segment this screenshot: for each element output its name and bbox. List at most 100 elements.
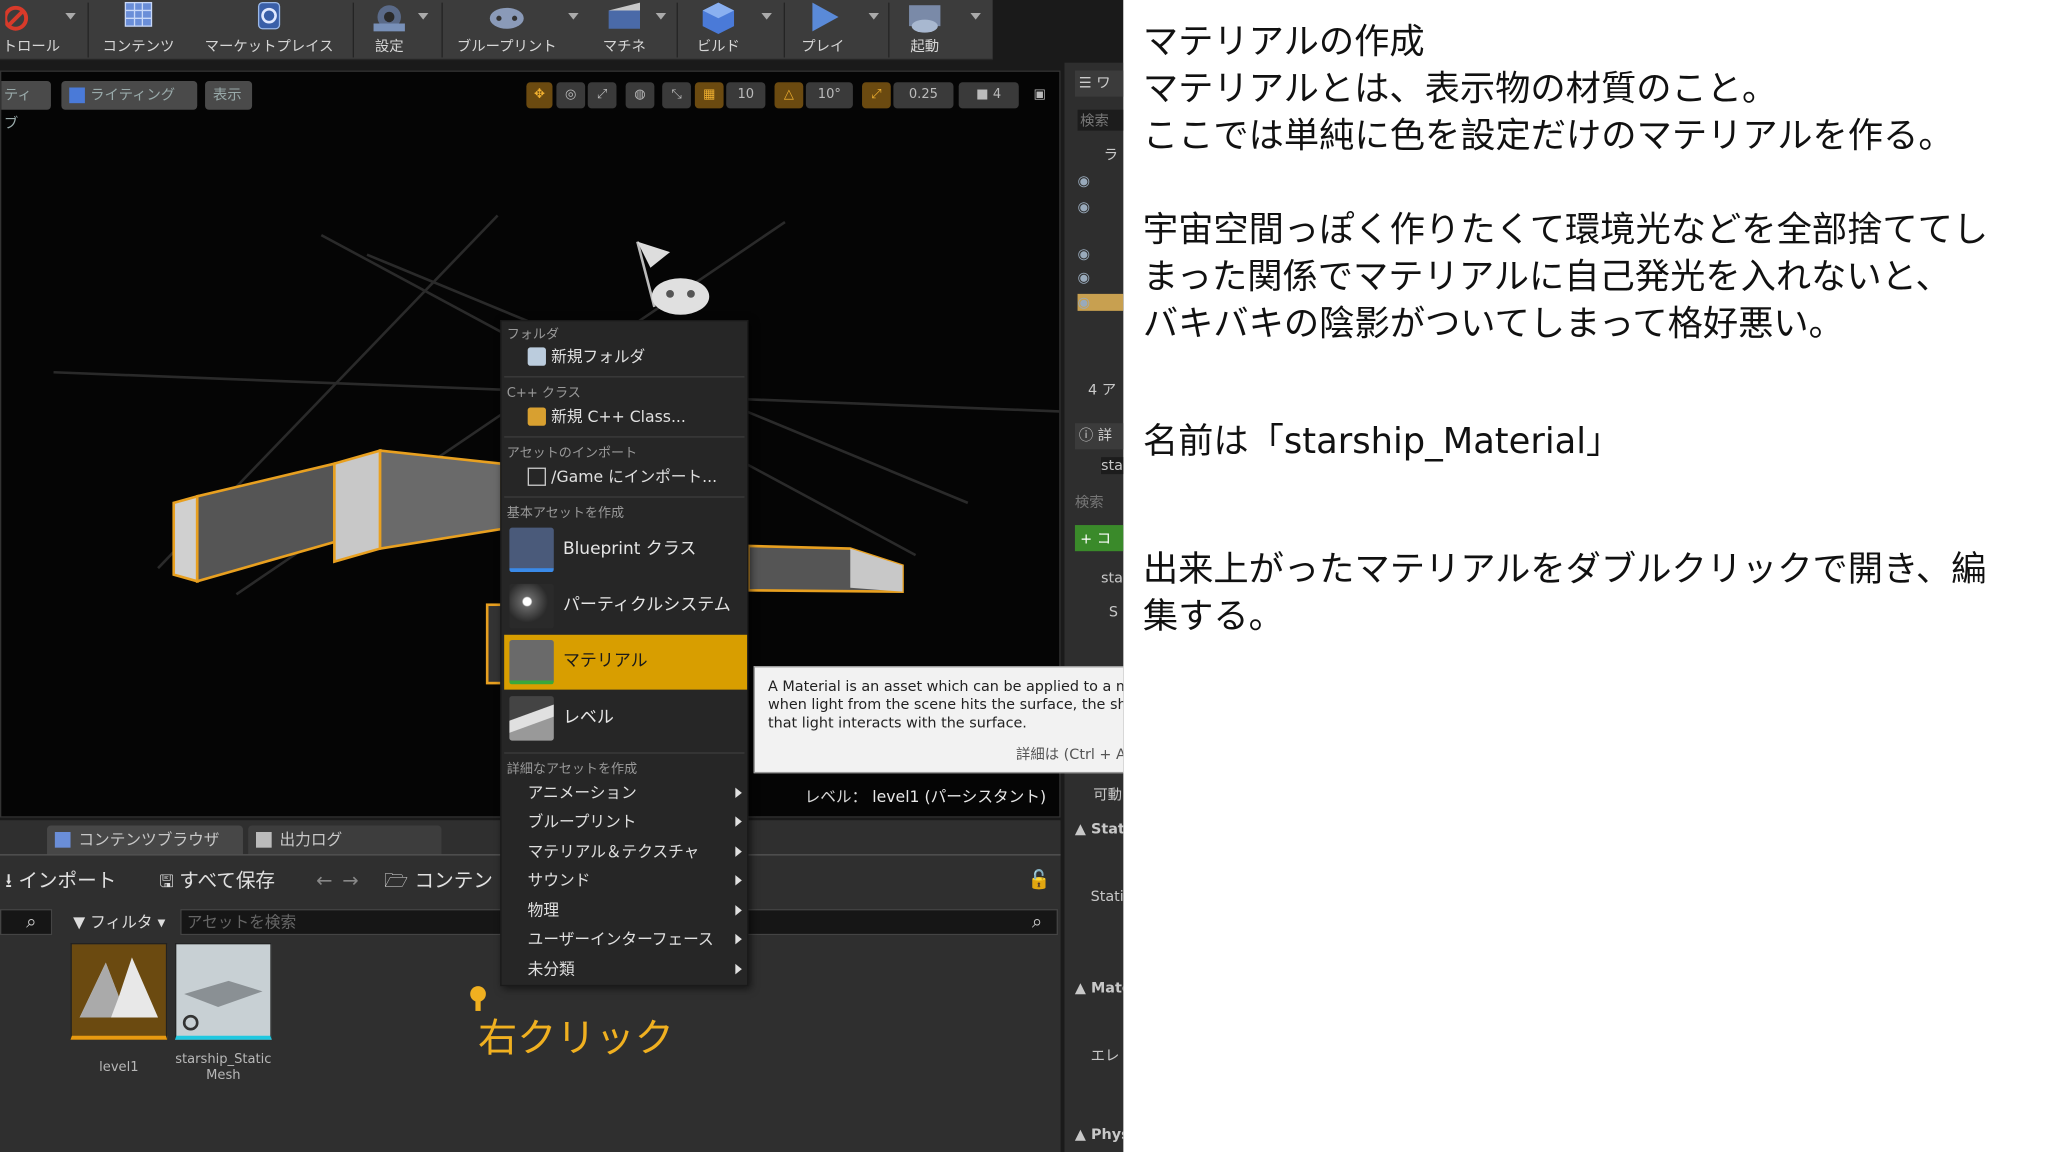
import-button[interactable]: ⭳ インポート xyxy=(5,865,116,896)
surface-snap-icon[interactable]: ⤡ xyxy=(662,82,691,109)
play-icon xyxy=(812,2,839,32)
static-mesh-asset-icon xyxy=(182,980,263,1031)
chevron-down-icon[interactable] xyxy=(417,13,429,20)
path-button[interactable]: 🗁 コンテン xyxy=(384,865,493,896)
menu-item-particle-system[interactable]: パーティクルシステム xyxy=(504,579,747,634)
output-log-icon xyxy=(255,831,272,848)
toolbar-mode-button[interactable]: トロール xyxy=(0,0,68,60)
toolbar-play-button[interactable]: プレイ xyxy=(789,0,857,60)
save-all-button[interactable]: 🖫 すべて保存 xyxy=(159,865,275,896)
scale-icon[interactable]: ⤢ xyxy=(587,82,617,109)
menu-item-material[interactable]: マテリアル xyxy=(504,634,748,690)
notes-paragraph: 出来上がったマテリアルをダブルクリックで開き、編 集する。 xyxy=(1142,549,1987,638)
chevron-down-icon[interactable] xyxy=(970,13,981,20)
visibility-eye-icon[interactable]: ◉ xyxy=(1078,269,1091,286)
chevron-right-icon xyxy=(735,905,742,916)
chevron-down-icon[interactable] xyxy=(65,13,76,20)
toolbar-label: マーケットプレイス xyxy=(204,37,334,55)
chevron-down-icon[interactable] xyxy=(868,13,880,20)
static-mesh-section[interactable]: ▲ Stat xyxy=(1075,820,1123,837)
scale-snap-value[interactable]: 0.25 xyxy=(893,82,954,109)
menu-section-folder: フォルダ xyxy=(506,327,560,343)
toolbar-settings-button[interactable]: 設定 xyxy=(358,0,421,60)
component-root[interactable]: sta xyxy=(1101,569,1123,586)
scale-snap-icon[interactable]: ⤢ xyxy=(862,82,891,109)
details-tab[interactable]: ⓘ 詳 xyxy=(1074,423,1124,450)
menu-item-new-folder[interactable]: 新規フォルダ xyxy=(504,342,744,371)
tab-output-log[interactable]: 出力ログ xyxy=(248,825,442,855)
history-back-button[interactable]: ← xyxy=(316,865,332,896)
submenu-label: サウンド xyxy=(527,871,591,890)
submenu-miscellaneous[interactable]: 未分類 xyxy=(504,955,744,984)
selected-actor-name[interactable]: sta xyxy=(1101,457,1124,475)
tooltip-line: when light from the scene hits the surfa… xyxy=(767,696,1124,714)
asset-thumbnail-level1[interactable] xyxy=(70,943,168,1040)
toolbar-marketplace-button[interactable]: マーケットプレイス xyxy=(191,0,348,60)
element-property: エレ xyxy=(1090,1047,1120,1065)
submenu-user-interface[interactable]: ユーザーインターフェース xyxy=(504,925,744,954)
submenu-animation[interactable]: アニメーション xyxy=(504,778,744,807)
new-folder-icon xyxy=(527,347,546,366)
viewport-show-tab[interactable]: 表示 xyxy=(205,80,253,110)
content-icon xyxy=(124,1,153,27)
grid-snap-value[interactable]: 10 xyxy=(726,82,766,109)
lock-icon[interactable]: 🔓 xyxy=(1028,865,1051,896)
download-icon: ⭳ xyxy=(5,868,19,893)
toolbar-label: トロール xyxy=(2,37,61,55)
component-child[interactable]: S xyxy=(1109,603,1118,620)
viewport-lighting-tab[interactable]: ライティング xyxy=(61,80,198,110)
submenu-sounds[interactable]: サウンド xyxy=(504,866,744,895)
move-icon[interactable]: ✥ xyxy=(526,82,553,109)
rotate-icon[interactable]: ◎ xyxy=(556,82,586,109)
camera-speed[interactable]: ■ 4 xyxy=(958,82,1019,109)
chevron-down-icon[interactable] xyxy=(655,13,667,20)
right-click-annotation: 右クリック xyxy=(478,1016,674,1062)
toolbar-blueprint-button[interactable]: ブループリント xyxy=(447,0,567,60)
menu-item-new-cpp-class[interactable]: 新規 C++ Class... xyxy=(504,402,744,431)
tab-content-browser-label: コンテンツブラウザ xyxy=(78,830,220,849)
grid-snap-icon[interactable]: ▦ xyxy=(694,82,724,109)
filter-button[interactable]: ▼ フィルタ ▾ xyxy=(73,906,165,937)
history-forward-button[interactable]: → xyxy=(342,865,358,896)
viewport-lighting-label: ライティング xyxy=(90,86,176,104)
viewport-mode-tab[interactable]: ティブ xyxy=(1,80,51,132)
angle-snap-icon[interactable]: △ xyxy=(774,82,804,109)
visibility-eye-icon[interactable]: ◉ xyxy=(1078,199,1091,216)
asset-thumbnail-starship[interactable] xyxy=(175,943,272,1040)
submenu-blueprint[interactable]: ブループリント xyxy=(504,807,744,836)
menu-item-blueprint-class[interactable]: Blueprint クラス xyxy=(504,522,747,577)
materials-section[interactable]: ▲ Mate xyxy=(1075,980,1123,997)
angle-snap-value[interactable]: 10° xyxy=(805,82,853,109)
toolbar-matinee-button[interactable]: マチネ xyxy=(588,0,661,60)
main-toolbar: トロール コンテンツ マーケットプレイス 設定 ブループリント マチネ ビルド … xyxy=(0,0,993,61)
slide: トロール コンテンツ マーケットプレイス 設定 ブループリント マチネ ビルド … xyxy=(0,0,2048,1152)
maximize-icon[interactable]: ▣ xyxy=(1028,82,1052,108)
menu-item-import[interactable]: /Game にインポート... xyxy=(504,462,744,491)
visibility-eye-icon[interactable]: ◉ xyxy=(1078,246,1091,263)
toolbar-launch-button[interactable]: 起動 xyxy=(893,0,956,60)
toolbar-content-button[interactable]: コンテンツ xyxy=(91,0,185,60)
add-component-button[interactable]: + コ xyxy=(1074,525,1124,552)
visibility-eye-icon[interactable]: ◉ xyxy=(1077,293,1124,311)
visibility-eye-icon[interactable]: ◉ xyxy=(1078,172,1091,189)
submenu-materials-textures[interactable]: マテリアル＆テクスチャ xyxy=(504,837,744,866)
details-search[interactable]: 検索 xyxy=(1075,491,1104,512)
physics-section-label: Phys xyxy=(1090,1125,1123,1143)
physics-section[interactable]: ▲ Phys xyxy=(1075,1126,1123,1143)
chevron-down-icon[interactable] xyxy=(761,13,772,20)
world-outliner-tab[interactable]: ☰ ワ xyxy=(1074,70,1124,97)
globe-icon[interactable]: ◍ xyxy=(625,82,655,109)
folder-icon: 🗁 xyxy=(383,868,415,893)
menu-item-label: マテリアル xyxy=(562,651,648,672)
chevron-right-icon xyxy=(735,846,742,857)
menu-item-label: 新規 C++ Class... xyxy=(551,407,686,426)
tab-content-browser[interactable]: コンテンツブラウザ xyxy=(47,825,243,855)
details-tab-label: 詳 xyxy=(1097,427,1113,445)
menu-item-level[interactable]: レベル xyxy=(504,691,747,746)
toolbar-build-button[interactable]: ビルド xyxy=(682,0,755,60)
chevron-right-icon xyxy=(735,963,742,975)
menu-item-label: Blueprint クラス xyxy=(562,539,697,560)
chevron-down-icon[interactable] xyxy=(568,13,579,20)
submenu-physics[interactable]: 物理 xyxy=(504,896,744,925)
outliner-search[interactable]: 検索 xyxy=(1077,109,1124,131)
